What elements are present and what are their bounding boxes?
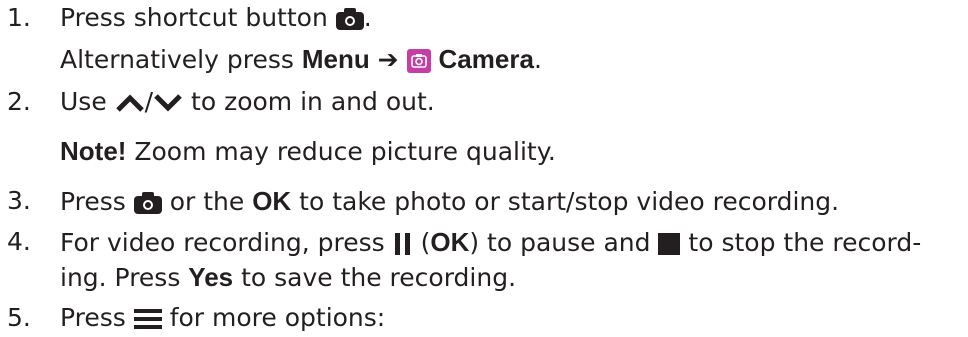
step-number: 4. xyxy=(7,227,31,256)
step-text: to save the recording. xyxy=(233,263,517,292)
step-number: 5. xyxy=(7,303,31,332)
step-text: . xyxy=(363,3,372,32)
step-text: ( xyxy=(412,228,431,257)
step-text: Press xyxy=(60,303,134,332)
note-label: Note! xyxy=(60,136,127,166)
step-text: to take photo or start/stop video record… xyxy=(291,187,840,216)
step-text: to pause and xyxy=(479,228,659,257)
step-text: Press shortcut button xyxy=(60,3,336,32)
camera-keyword: Camera xyxy=(438,44,534,74)
camera-icon xyxy=(133,192,162,214)
step-text: ) xyxy=(469,228,480,257)
slash: / xyxy=(144,87,154,116)
step-text: . xyxy=(533,45,542,74)
step-text: For video recording, press xyxy=(60,228,393,257)
camera-icon xyxy=(335,8,364,30)
yes-keyword: Yes xyxy=(188,262,234,292)
step-text: Alternatively press xyxy=(60,45,302,74)
step-text: or the xyxy=(161,187,253,216)
chevron-up-icon xyxy=(115,94,144,112)
step-number: 3. xyxy=(7,186,31,215)
step-text: Press xyxy=(60,187,134,216)
ok-keyword: OK xyxy=(430,227,470,257)
ok-keyword: OK xyxy=(252,186,292,216)
step-number: 1. xyxy=(7,3,31,32)
step-text: ing. Press xyxy=(60,263,189,292)
step-text: to stop the record- xyxy=(680,228,922,257)
step-text: for more options: xyxy=(161,303,386,332)
step-number: 2. xyxy=(7,87,31,116)
arrow-glyph: ➔ xyxy=(377,45,399,74)
pause-icon xyxy=(394,233,410,255)
note-text: Zoom may reduce picture quality. xyxy=(126,137,556,166)
camera-app-icon xyxy=(406,49,431,73)
menu-keyword: Menu xyxy=(301,44,370,74)
step-text: to zoom in and out. xyxy=(183,87,435,116)
stop-icon xyxy=(658,233,681,255)
manual-page: { "steps": [ { "number": "1.", "line1": … xyxy=(0,0,968,337)
chevron-down-icon xyxy=(154,94,182,112)
menu-icon xyxy=(133,309,162,329)
step-text: Use xyxy=(60,87,115,116)
